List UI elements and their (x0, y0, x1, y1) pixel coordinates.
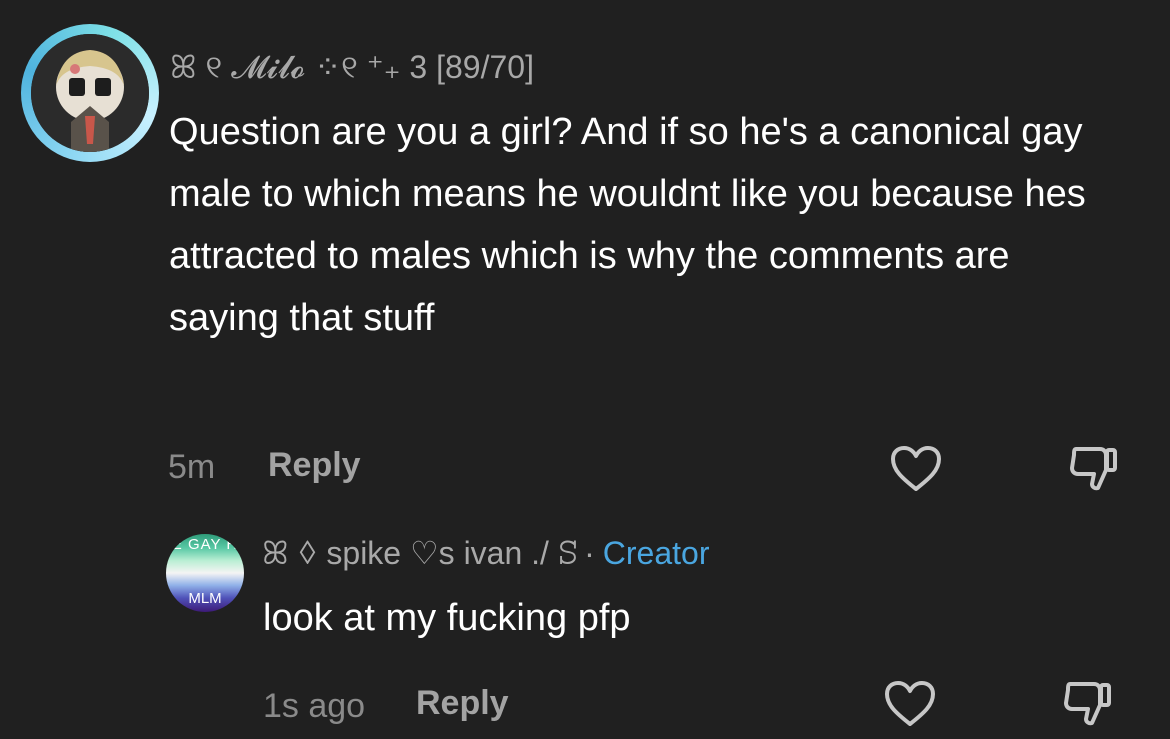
avatar[interactable] (21, 24, 159, 162)
comment-time: 5m (168, 448, 216, 486)
comment-text: look at my fucking pfp (263, 597, 631, 639)
comment-text: Question are you a girl? And if so he's … (169, 111, 1086, 339)
reply-button[interactable]: Reply (416, 684, 509, 723)
comment-time: 1s ago (263, 687, 366, 725)
comment-item: ꕤ ୧ 𝓜𝓲𝓵𝓸 ⁘୧ ⁺₊ 3 [89/70] Question are yo… (0, 0, 1170, 500)
badge-separator: · (584, 535, 595, 571)
dislike-icon[interactable] (1068, 443, 1120, 498)
heart-icon[interactable] (890, 445, 942, 498)
avatar-label-bottom: MLM (188, 590, 222, 607)
comment-username-row: ꕤ ꕺ spike ♡s ivan ./ ꕶ · Creator (262, 534, 709, 573)
avatar[interactable]: E GAY H MLM (166, 534, 244, 612)
avatar-image (31, 34, 149, 152)
avatar-label-top: E GAY H (171, 536, 239, 553)
heart-icon[interactable] (884, 680, 936, 733)
comment-username[interactable]: ꕤ ꕺ spike ♡s ivan ./ ꕶ (262, 535, 578, 571)
comment-username[interactable]: ꕤ ୧ 𝓜𝓲𝓵𝓸 ⁘୧ ⁺₊ 3 [89/70] (170, 48, 534, 87)
comment-item: E GAY H MLM ꕤ ꕺ spike ♡s ivan ./ ꕶ · Creat… (0, 520, 1170, 739)
reply-button[interactable]: Reply (268, 446, 361, 485)
dislike-icon[interactable] (1062, 678, 1114, 733)
creator-badge: Creator (602, 535, 710, 571)
